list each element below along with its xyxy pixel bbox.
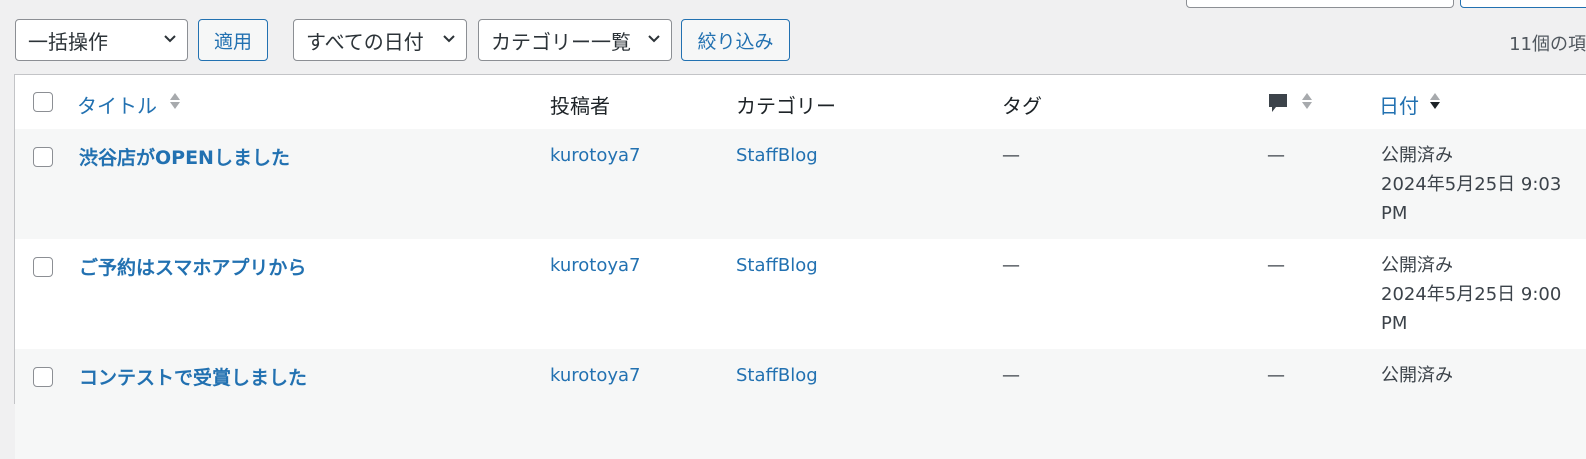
column-author: 投稿者 xyxy=(550,94,610,118)
row-checkbox[interactable] xyxy=(33,367,53,387)
table-row: コンテストで受賞しました kurotoya7 StaffBlog — — 公開済… xyxy=(15,349,1586,459)
post-date-value: 2024年5月25日 9:03 xyxy=(1381,174,1562,195)
post-comments: — xyxy=(1267,365,1285,386)
apply-label: 適用 xyxy=(213,30,252,53)
post-date: 公開済み xyxy=(1381,361,1571,390)
post-title-link[interactable]: コンテストで受賞しました xyxy=(79,363,307,390)
bulk-action-select[interactable]: 一括操作 xyxy=(15,19,188,61)
post-date-value: 2024年5月25日 9:00 xyxy=(1381,284,1562,305)
select-all-checkbox[interactable] xyxy=(33,92,53,112)
item-count: 11個の項 xyxy=(1509,34,1586,55)
chevron-down-icon xyxy=(648,35,660,43)
post-category-link[interactable]: StaffBlog xyxy=(736,365,818,386)
post-date: 公開済み 2024年5月25日 9:03 PM xyxy=(1381,141,1571,228)
post-comments: — xyxy=(1267,145,1285,166)
post-author-link[interactable]: kurotoya7 xyxy=(550,365,641,386)
date-filter-selected: すべての日付 xyxy=(306,29,424,54)
sort-desc-icon[interactable] xyxy=(1429,92,1441,110)
chevron-down-icon xyxy=(443,35,455,43)
comment-bubble-icon[interactable] xyxy=(1267,92,1289,114)
date-filter-select[interactable]: すべての日付 xyxy=(293,19,467,61)
column-tags: タグ xyxy=(1002,94,1042,118)
post-status: 公開済み xyxy=(1381,145,1453,166)
category-filter-selected: カテゴリー一覧 xyxy=(491,29,631,54)
chevron-down-icon xyxy=(164,35,176,43)
row-checkbox[interactable] xyxy=(33,257,53,277)
row-checkbox[interactable] xyxy=(33,147,53,167)
post-status: 公開済み xyxy=(1381,365,1453,386)
post-tags: — xyxy=(1002,145,1020,166)
column-date-sort-link[interactable]: 日付 xyxy=(1379,90,1419,119)
post-category-link[interactable]: StaffBlog xyxy=(736,145,818,166)
table-row: ご予約はスマホアプリから kurotoya7 StaffBlog — — 公開済… xyxy=(15,239,1586,349)
table-row: 渋谷店がOPENしました kurotoya7 StaffBlog — — 公開済… xyxy=(15,129,1586,239)
category-filter-select[interactable]: カテゴリー一覧 xyxy=(478,19,672,61)
post-title-link[interactable]: ご予約はスマホアプリから xyxy=(79,253,306,280)
table-header: タイトル 投稿者 カテゴリー タグ 日付 xyxy=(15,75,1586,130)
filter-label: 絞り込み xyxy=(697,30,774,53)
post-comments: — xyxy=(1267,255,1285,276)
post-category-link[interactable]: StaffBlog xyxy=(736,255,818,276)
bulk-action-selected: 一括操作 xyxy=(28,29,108,54)
post-title-link[interactable]: 渋谷店がOPENしました xyxy=(79,143,290,170)
filter-button[interactable]: 絞り込み xyxy=(681,19,790,61)
sort-arrows-icon[interactable] xyxy=(169,92,181,110)
post-tags: — xyxy=(1002,255,1020,276)
column-title-sort-link[interactable]: タイトル xyxy=(77,90,157,119)
post-status: 公開済み xyxy=(1381,255,1453,276)
tablenav-top: 一括操作 適用 すべての日付 カテゴリー一覧 絞り込み 11個の項 xyxy=(0,0,1586,72)
posts-table: タイトル 投稿者 カテゴリー タグ 日付 渋谷店がOPENしました kuroto… xyxy=(14,74,1586,459)
sort-arrows-icon[interactable] xyxy=(1301,92,1313,110)
post-author-link[interactable]: kurotoya7 xyxy=(550,255,641,276)
column-categories: カテゴリー xyxy=(736,94,836,118)
post-date: 公開済み 2024年5月25日 9:00 PM xyxy=(1381,251,1571,338)
post-time-suffix: PM xyxy=(1381,203,1408,224)
post-time-suffix: PM xyxy=(1381,313,1408,334)
post-author-link[interactable]: kurotoya7 xyxy=(550,145,641,166)
apply-button[interactable]: 適用 xyxy=(198,19,268,61)
post-tags: — xyxy=(1002,365,1020,386)
